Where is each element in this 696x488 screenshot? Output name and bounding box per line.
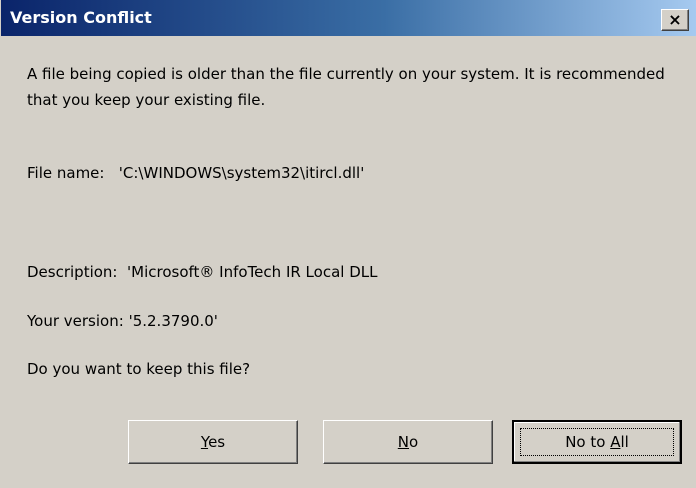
version-row: Your version: '5.2.3790.0' [27,311,218,331]
no-to-all-accelerator: A [610,433,621,451]
title-bar[interactable]: Version Conflict × [1,0,696,36]
no-to-all-label-start: No to [565,433,611,451]
dialog-title: Version Conflict [10,8,152,27]
no-to-all-label-end: ll [620,433,629,451]
version-conflict-dialog: Version Conflict × A file being copied i… [0,0,696,488]
description-value: 'Microsoft® InfoTech IR Local DLL [127,263,378,281]
no-label-rest: o [409,433,419,451]
no-button[interactable]: No [323,420,493,464]
close-button[interactable]: × [661,9,689,31]
description-row: Description: 'Microsoft® InfoTech IR Loc… [27,262,377,282]
yes-accelerator: Y [200,433,209,451]
no-to-all-button[interactable]: No to All [512,420,682,464]
file-name-value: 'C:\WINDOWS\system32\itircl.dll' [118,164,365,182]
version-label: Your version: [27,312,124,330]
yes-label-rest: es [208,433,226,451]
close-icon: × [668,10,682,29]
conflict-message: A file being copied is older than the fi… [27,65,665,109]
yes-button[interactable]: Yes [128,420,298,464]
no-accelerator: N [397,433,410,451]
keep-file-question: Do you want to keep this file? [27,360,251,378]
file-name-label: File name: [27,164,105,182]
version-value: '5.2.3790.0' [128,312,218,330]
file-name-row: File name: 'C:\WINDOWS\system32\itircl.d… [27,163,364,183]
description-label: Description: [27,263,118,281]
